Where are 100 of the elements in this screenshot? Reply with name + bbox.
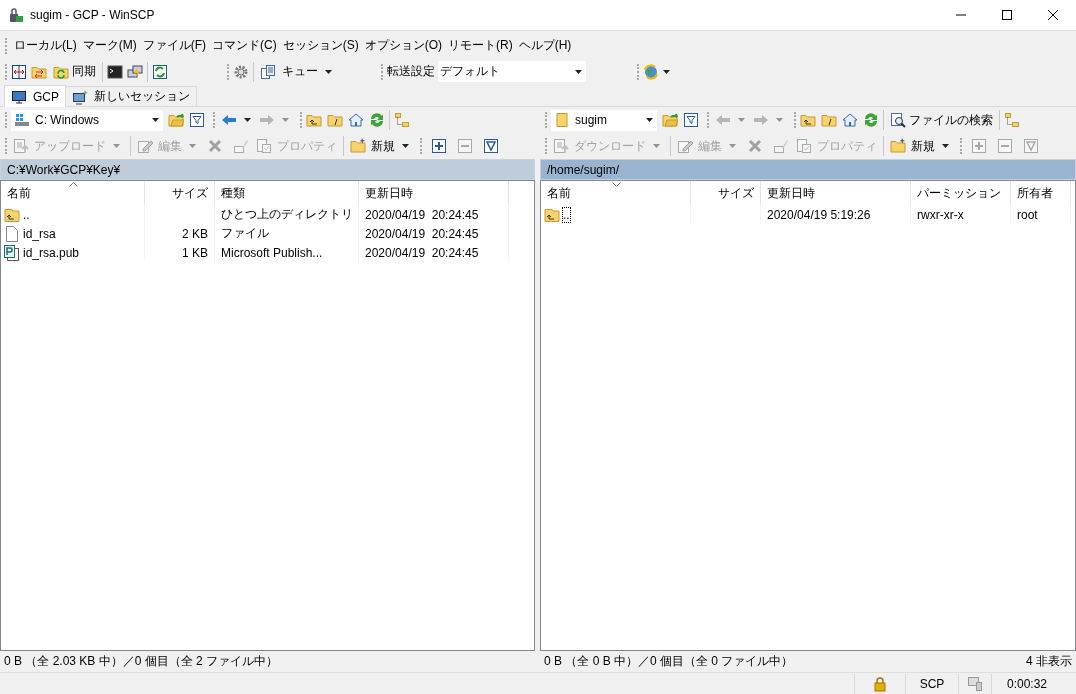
column-header[interactable]: 更新日時 <box>761 181 911 205</box>
elapsed-time: 0:00:32 <box>1006 676 1047 691</box>
document-arrow-icon <box>553 138 569 154</box>
right-arrow-icon <box>259 112 275 128</box>
synchronize-button[interactable]: 同期 <box>51 61 98 82</box>
status-text: 0 B （全 0 B 中）／0 個目（全 0 ファイル中） <box>544 653 794 670</box>
new-session-icon <box>72 88 88 105</box>
menu-item[interactable]: ヘルプ(H) <box>515 34 575 57</box>
parent-folder-icon[interactable] <box>306 112 322 128</box>
menu-item[interactable]: ファイル(F) <box>139 34 209 57</box>
open-folder-icon[interactable] <box>662 112 678 128</box>
drive-icon <box>14 112 30 128</box>
select-plus-icon[interactable] <box>431 138 447 154</box>
directory-tree-icon[interactable] <box>394 112 410 128</box>
open-folder-icon[interactable] <box>168 112 184 128</box>
table-cell: 2020/04/19 20:24:45 <box>365 226 479 241</box>
path-bar: C:¥Work¥GCP¥Key¥ <box>0 159 535 180</box>
table-cell: rwxr-xr-x <box>917 207 964 222</box>
menu-item[interactable]: セッション(S) <box>279 34 362 57</box>
transfer-settings-dropdown[interactable]: デフォルト <box>438 61 586 82</box>
compare-directories-icon[interactable] <box>11 63 27 80</box>
new-button[interactable]: 新規 <box>888 135 955 157</box>
home-icon[interactable] <box>842 112 858 128</box>
documents-icon <box>260 63 276 80</box>
table-cell: 2 KB <box>182 226 208 241</box>
dropdown-caret-icon[interactable] <box>325 69 332 74</box>
session-tab[interactable]: GCP <box>4 85 66 107</box>
dropdown-caret-icon[interactable] <box>402 144 409 148</box>
table-cell: ファイル <box>221 225 269 242</box>
left-arrow-icon <box>221 112 237 128</box>
table-cell: 2020/04/19 5:19:26 <box>767 207 871 222</box>
terminal-icon[interactable] <box>107 63 123 80</box>
find-files-button[interactable]: ファイルの検索 <box>888 109 995 131</box>
search-icon <box>890 112 906 128</box>
dropdown-caret-icon[interactable] <box>646 118 653 122</box>
close-icon[interactable] <box>1045 7 1061 23</box>
root-folder-icon[interactable] <box>821 112 837 128</box>
settings-icon[interactable] <box>233 63 249 80</box>
file-name[interactable]: .. <box>563 207 570 222</box>
lock-icon <box>872 675 888 692</box>
location-dropdown[interactable]: C: Windows <box>11 109 163 131</box>
root-folder-icon[interactable] <box>327 112 343 128</box>
file-name[interactable]: id_rsa.pub <box>23 245 80 260</box>
new-button[interactable]: 新規 <box>348 135 415 157</box>
session-tab[interactable]: 新しいセッション <box>65 86 197 106</box>
app-icon <box>8 7 24 23</box>
file-name[interactable]: id_rsa <box>23 226 56 241</box>
filter-icon[interactable] <box>189 112 205 128</box>
menu-item[interactable]: リモート(R) <box>445 34 516 57</box>
transfer-settings-label: 転送設定 <box>387 63 435 80</box>
document-arrow-icon <box>13 138 29 154</box>
directory-tree-icon[interactable] <box>1004 112 1020 128</box>
documents-check-icon <box>256 138 272 154</box>
pencil-icon <box>677 138 693 154</box>
column-header[interactable]: パーミッション <box>911 181 1011 205</box>
queue-button[interactable]: キュー <box>258 61 338 82</box>
menu-item[interactable]: ローカル(L) <box>11 34 80 57</box>
column-header[interactable]: 名前 <box>541 181 691 205</box>
table-cell: 2020/04/19 20:24:45 <box>365 245 479 260</box>
file-icon <box>4 225 20 242</box>
file-name[interactable]: .. <box>23 207 30 222</box>
home-icon[interactable] <box>348 112 364 128</box>
refresh-icon[interactable] <box>863 112 879 128</box>
column-header[interactable]: 名前 <box>1 181 145 205</box>
table-cell: root <box>1017 207 1038 222</box>
location-dropdown[interactable]: sugim <box>551 109 657 131</box>
refresh-icon[interactable] <box>369 112 385 128</box>
table-cell: 2020/04/19 20:24:45 <box>365 207 479 222</box>
status-text: 0 B （全 2.03 KB 中）／0 個目（全 2 ファイル中） <box>4 653 279 670</box>
folder-icon <box>554 112 570 128</box>
table-cell: Microsoft Publish... <box>221 245 323 260</box>
dropdown-caret-icon[interactable] <box>244 118 251 122</box>
column-header[interactable]: 種類 <box>215 181 359 205</box>
parent-folder-icon <box>4 206 20 223</box>
maximize-icon[interactable] <box>999 7 1015 23</box>
menu-item[interactable]: オプション(O) <box>361 34 445 57</box>
dropdown-caret-icon[interactable] <box>152 118 159 122</box>
keep-remote-up-to-date-icon[interactable] <box>152 63 168 80</box>
menu-item[interactable]: コマンド(C) <box>209 34 280 57</box>
dropdown-caret-icon[interactable] <box>942 144 949 148</box>
documents-check-icon <box>796 138 812 154</box>
menu-item[interactable]: マーク(M) <box>79 34 140 57</box>
column-header[interactable]: サイズ <box>691 181 761 205</box>
folder-star-icon <box>350 138 366 154</box>
right-arrow-icon <box>753 112 769 128</box>
dropdown-caret-icon[interactable] <box>663 69 670 74</box>
filter-icon[interactable] <box>683 112 699 128</box>
parent-folder-icon[interactable] <box>800 112 816 128</box>
column-header[interactable]: 所有者 <box>1011 181 1071 205</box>
folder-star-icon <box>890 138 906 154</box>
pencil-icon <box>137 138 153 154</box>
hidden-files-count: 4 非表示 <box>1026 653 1072 670</box>
table-cell: ひとつ上のディレクトリ <box>221 206 353 223</box>
column-header[interactable]: サイズ <box>145 181 215 205</box>
column-header[interactable]: 更新日時 <box>359 181 509 205</box>
select-all-icon[interactable] <box>483 138 499 154</box>
path-bar: /home/sugim/ <box>540 159 1076 180</box>
table-cell: 1 KB <box>182 245 208 260</box>
publisher-file-icon <box>4 244 20 261</box>
dropdown-caret-icon[interactable] <box>575 69 582 74</box>
